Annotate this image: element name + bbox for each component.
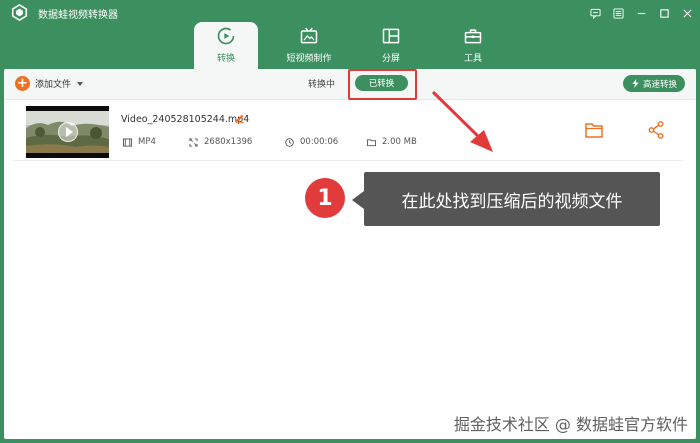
plus-icon: + <box>15 76 30 91</box>
resolution-value: 2680x1396 <box>204 137 253 147</box>
play-icon[interactable] <box>58 122 78 142</box>
duration-info: 00:00:06 <box>285 137 338 147</box>
callout-pointer <box>352 191 364 209</box>
format-value: MP4 <box>138 137 156 147</box>
lightning-icon <box>632 79 639 88</box>
size-info: 2.00 MB <box>367 137 417 147</box>
tab-label: 分屏 <box>381 54 400 64</box>
chevron-down-icon[interactable] <box>77 81 84 86</box>
film-icon <box>123 137 132 147</box>
watermark: 掘金技术社区 @ 数据蛙官方软件 <box>453 415 688 434</box>
tab-convert[interactable]: 转换 <box>194 22 258 73</box>
tab-split-screen[interactable]: 分屏 <box>359 22 423 69</box>
format-info: MP4 <box>123 137 156 147</box>
tab-label: 工具 <box>463 54 482 64</box>
tv-icon <box>300 27 318 44</box>
split-screen-icon <box>382 28 400 44</box>
tab-tools[interactable]: 工具 <box>441 22 505 69</box>
fast-convert-button[interactable]: 高速转换 <box>623 75 685 92</box>
edit-icon[interactable] <box>235 113 245 123</box>
file-toolbar: + 添加文件 转换中 已转换 高速转换 <box>4 69 696 100</box>
expand-icon <box>189 137 198 147</box>
clock-icon <box>285 137 294 147</box>
add-file-label: 添加文件 <box>35 80 72 90</box>
tab-converting[interactable]: 转换中 <box>308 77 335 90</box>
open-folder-icon[interactable] <box>585 122 603 138</box>
step-number-badge: 1 <box>305 178 345 218</box>
main-nav: 转换 短视频制作 分屏 工具 <box>0 18 700 73</box>
convert-icon <box>217 27 235 45</box>
share-icon[interactable] <box>648 121 664 139</box>
fast-convert-label: 高速转换 <box>642 79 677 90</box>
add-file-button[interactable]: + 添加文件 <box>15 76 84 91</box>
resolution-info: 2680x1396 <box>189 137 252 147</box>
tab-converted[interactable]: 已转换 <box>355 75 408 91</box>
folder-small-icon <box>367 138 376 146</box>
file-row[interactable]: Video_240528105244.mp4 MP4 2680x1396 00:… <box>13 101 683 161</box>
video-thumbnail[interactable] <box>26 106 109 158</box>
toolbox-icon <box>464 29 482 44</box>
file-name: Video_240528105244.mp4 <box>121 114 250 125</box>
tab-short-video[interactable]: 短视频制作 <box>277 22 341 69</box>
tab-label: 短视频制作 <box>286 54 332 64</box>
duration-value: 00:00:06 <box>300 137 339 147</box>
annotation-callout: 在此处找到压缩后的视频文件 <box>364 172 660 226</box>
main-panel: + 添加文件 转换中 已转换 高速转换 Video_240528105244.m… <box>4 69 696 439</box>
tab-label: 转换 <box>216 54 235 64</box>
size-value: 2.00 MB <box>382 137 417 147</box>
